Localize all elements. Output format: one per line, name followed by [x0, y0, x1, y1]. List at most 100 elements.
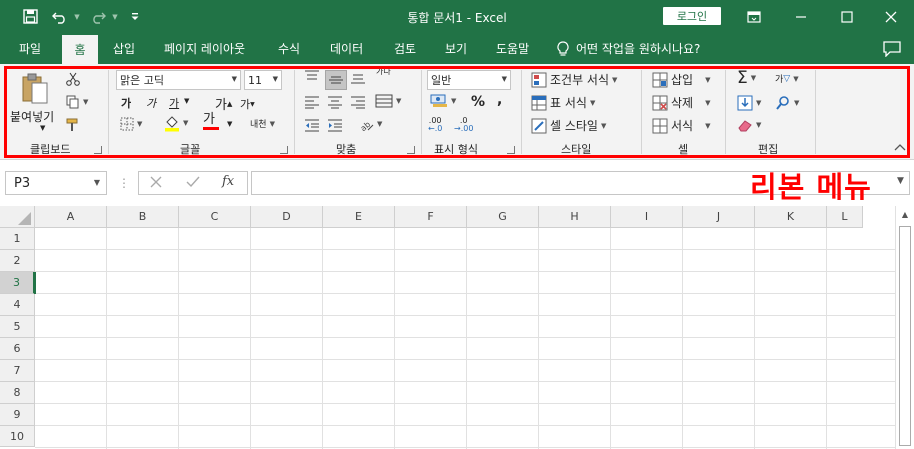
percent-button[interactable]: % [471, 94, 485, 110]
column-header[interactable]: F [395, 206, 467, 228]
sort-filter-button[interactable]: 가 ▽ ▼ [775, 72, 799, 86]
font-color-button[interactable]: 가 [203, 113, 219, 130]
cell-grid[interactable] [35, 228, 895, 449]
row-header[interactable]: 1 [0, 228, 35, 250]
orientation-button[interactable]: ab ▼ [358, 116, 383, 132]
italic-button[interactable]: 가 [146, 95, 156, 111]
maximize-icon[interactable] [824, 0, 870, 33]
column-header[interactable]: D [251, 206, 323, 228]
border-button[interactable]: ▼ [120, 117, 142, 131]
comments-icon[interactable] [883, 41, 901, 58]
number-launcher-icon[interactable] [507, 146, 515, 154]
autosum-button[interactable]: Σ ▼ [737, 68, 756, 88]
tab-data[interactable]: 데이터 [330, 33, 363, 64]
paste-dropdown-icon[interactable]: ▼ [40, 124, 45, 132]
underline-dropdown-icon[interactable]: ▼ [184, 97, 189, 105]
column-header[interactable]: B [107, 206, 179, 228]
shrink-font-button[interactable]: 가 ▼ [240, 96, 255, 112]
expand-formula-bar-icon[interactable]: ▼ [897, 176, 904, 186]
align-left-icon[interactable] [304, 95, 320, 109]
column-header[interactable]: C [179, 206, 251, 228]
row-header[interactable]: 9 [0, 404, 35, 426]
font-color-dropdown-icon[interactable]: ▼ [227, 120, 232, 128]
undo-dropdown-icon[interactable]: ▼ [72, 0, 82, 33]
align-bottom-icon[interactable] [350, 70, 366, 84]
tab-view[interactable]: 보기 [445, 33, 467, 64]
decrease-decimal-button[interactable]: .0 →.00 [454, 117, 473, 133]
find-select-button[interactable]: ▼ [775, 95, 799, 111]
font-size-combo[interactable]: 11 ▼ [244, 70, 282, 90]
tab-page-layout[interactable]: 페이지 레이아웃 [164, 33, 245, 64]
redo-dropdown-icon[interactable]: ▼ [110, 0, 120, 33]
tell-me-search[interactable]: 어떤 작업을 원하시나요? [557, 33, 700, 64]
insert-function-button[interactable]: fx [222, 174, 234, 189]
underline-button[interactable]: 가 [169, 95, 179, 111]
format-cells-button[interactable]: 서식 ▼ [652, 117, 710, 134]
scroll-up-icon[interactable]: ▲ [900, 210, 910, 220]
paste-icon[interactable] [20, 73, 50, 105]
tab-formulas[interactable]: 수식 [278, 33, 300, 64]
column-header[interactable]: E [323, 206, 395, 228]
row-header[interactable]: 8 [0, 382, 35, 404]
column-header[interactable]: L [827, 206, 863, 228]
row-header[interactable]: 10 [0, 426, 35, 447]
number-format-combo[interactable]: 일반 ▼ [427, 70, 511, 90]
fill-color-button[interactable]: ▼ [164, 114, 188, 132]
align-top-icon[interactable] [304, 70, 320, 84]
alignment-launcher-icon[interactable] [407, 146, 415, 154]
column-header[interactable]: J [683, 206, 755, 228]
tab-home[interactable]: 홈 [62, 35, 98, 64]
align-right-icon[interactable] [350, 95, 366, 109]
conditional-formatting-button[interactable]: 조건부 서식 ▼ [531, 71, 617, 88]
tab-insert[interactable]: 삽입 [113, 33, 135, 64]
format-painter-icon[interactable] [66, 118, 80, 132]
scrollbar-thumb[interactable] [899, 226, 911, 446]
name-box[interactable]: P3 ▼ [5, 171, 107, 195]
wrap-text-button[interactable]: 가나 [376, 68, 391, 76]
minimize-icon[interactable] [778, 0, 824, 33]
clipboard-launcher-icon[interactable] [94, 146, 102, 154]
close-icon[interactable] [868, 0, 914, 33]
save-icon[interactable] [20, 0, 40, 33]
select-all-corner[interactable] [0, 206, 35, 228]
phonetic-button[interactable]: 내천 ▼ [250, 117, 275, 131]
tab-review[interactable]: 검토 [394, 33, 416, 64]
row-header[interactable]: 3 [0, 272, 35, 294]
column-header[interactable]: I [611, 206, 683, 228]
font-launcher-icon[interactable] [280, 146, 288, 154]
accounting-format-button[interactable]: ▼ [430, 94, 456, 108]
tab-help[interactable]: 도움말 [496, 33, 529, 64]
align-middle-icon[interactable] [325, 70, 347, 90]
column-header[interactable]: A [35, 206, 107, 228]
comma-button[interactable]: , [497, 92, 502, 108]
row-header[interactable]: 7 [0, 360, 35, 382]
confirm-entry-icon[interactable] [186, 176, 200, 188]
column-header[interactable]: H [539, 206, 611, 228]
column-header[interactable]: G [467, 206, 539, 228]
insert-cells-button[interactable]: 삽입 ▼ [652, 71, 710, 88]
increase-decimal-button[interactable]: .00 ←.0 [428, 117, 442, 133]
row-header[interactable]: 2 [0, 250, 35, 272]
copy-icon[interactable]: ▼ [66, 95, 88, 109]
merge-center-button[interactable]: ▼ [375, 94, 401, 108]
decrease-indent-icon[interactable] [304, 118, 320, 132]
ribbon-display-icon[interactable] [731, 0, 777, 33]
customize-qat-icon[interactable] [128, 0, 142, 33]
undo-icon[interactable] [50, 0, 70, 33]
align-center-icon[interactable] [327, 95, 343, 109]
paste-button[interactable]: 붙여넣기 [10, 108, 54, 125]
fill-button[interactable]: ▼ [737, 95, 761, 111]
redo-icon[interactable] [88, 0, 108, 33]
column-header[interactable]: K [755, 206, 827, 228]
format-as-table-button[interactable]: 표 서식 ▼ [531, 94, 595, 111]
login-button[interactable]: 로그인 [663, 7, 721, 25]
increase-indent-icon[interactable] [327, 118, 343, 132]
font-name-combo[interactable]: 맑은 고딕 ▼ [116, 70, 241, 90]
cut-icon[interactable] [66, 72, 80, 86]
delete-cells-button[interactable]: 삭제 ▼ [652, 94, 710, 111]
row-header[interactable]: 6 [0, 338, 35, 360]
clear-button[interactable]: ▼ [737, 117, 761, 133]
grow-font-button[interactable]: 가 ▲ [215, 94, 232, 113]
row-header[interactable]: 5 [0, 316, 35, 338]
row-header[interactable]: 4 [0, 294, 35, 316]
